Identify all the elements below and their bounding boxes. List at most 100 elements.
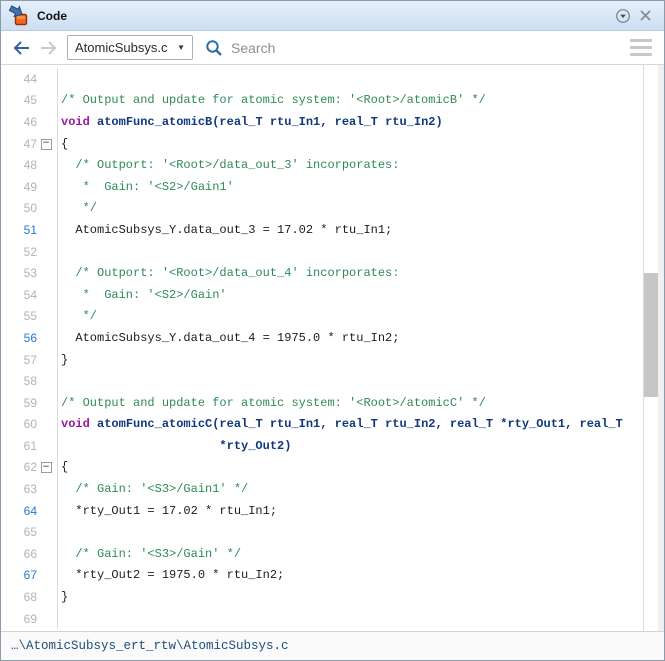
code-text: } [57, 348, 68, 371]
code-text: * Gain: '<S2>/Gain1' [57, 175, 234, 198]
line-number-link[interactable]: 51 [1, 223, 37, 237]
code-lines[interactable]: 44 45 /* Output and update for atomic syst… [1, 65, 643, 631]
code-line: 62−{ [1, 456, 643, 479]
line-number: 44 [23, 71, 37, 86]
code-line: 59 /* Output and update for atomic system… [1, 391, 643, 414]
code-line: 48 /* Outport: '<Root>/data_out_3' incor… [1, 154, 643, 176]
fold-collapse-icon[interactable]: − [37, 138, 57, 150]
line-number-link[interactable]: 56 [1, 331, 37, 345]
code-text: *rty_Out2) [57, 435, 291, 457]
code-line: 47−{ [1, 132, 643, 155]
status-bar: …\AtomicSubsys_ert_rtw\AtomicSubsys.c [1, 631, 664, 660]
code-text: /* Gain: '<S3>/Gain' */ [57, 543, 241, 565]
code-area: 44 45 /* Output and update for atomic syst… [1, 65, 664, 631]
code-text [57, 607, 61, 630]
code-line: 52 [1, 240, 643, 263]
code-text: void atomFunc_atomicC(real_T rtu_In1, re… [57, 413, 623, 436]
line-number: 45 [23, 93, 37, 108]
code-line: 46 void atomFunc_atomicB(real_T rtu_In1, … [1, 111, 643, 133]
code-window: Code AtomicSubsys.c ▼ Search 44 45 /* Ou… [0, 0, 665, 661]
code-line: 54 * Gain: '<S2>/Gain' [1, 283, 643, 306]
line-number: 48 [23, 158, 37, 173]
title-bar: Code [1, 1, 664, 31]
window-edge-strip [658, 65, 664, 631]
code-line: 69 [1, 607, 643, 630]
code-line: 68} [1, 586, 643, 608]
code-line: 53 /* Outport: '<Root>/data_out_4' incor… [1, 262, 643, 284]
code-text: AtomicSubsys_Y.data_out_4 = 1975.0 * rtu… [57, 327, 399, 349]
line-number: 62 [23, 460, 37, 475]
line-number: 66 [23, 546, 37, 561]
file-selector-value: AtomicSubsys.c [75, 40, 168, 55]
code-line: 58 [1, 370, 643, 392]
code-line: 64 *rty_Out1 = 17.02 * rtu_In1; [1, 499, 643, 522]
code-line: 55 */ [1, 305, 643, 328]
code-line: 57} [1, 348, 643, 371]
code-app-icon [9, 5, 31, 26]
line-number: 47 [23, 136, 37, 151]
code-text: AtomicSubsys_Y.data_out_3 = 17.02 * rtu_… [57, 219, 392, 241]
line-number: 59 [23, 395, 37, 410]
code-text: /* Output and update for atomic system: … [57, 89, 486, 112]
close-icon[interactable] [634, 6, 656, 26]
code-text: * Gain: '<S2>/Gain' [57, 283, 227, 306]
code-text: /* Output and update for atomic system: … [57, 391, 486, 414]
line-number-link[interactable]: 64 [1, 504, 37, 518]
code-line: 56 AtomicSubsys_Y.data_out_4 = 1975.0 * … [1, 327, 643, 349]
code-line: 60 void atomFunc_atomicC(real_T rtu_In1, … [1, 413, 643, 436]
code-text [57, 370, 61, 392]
line-number: 68 [23, 590, 37, 605]
code-line: 49 * Gain: '<S2>/Gain1' [1, 175, 643, 198]
menu-icon[interactable] [630, 39, 654, 56]
line-number: 69 [23, 611, 37, 626]
forward-button[interactable] [35, 36, 61, 60]
code-text [57, 521, 61, 544]
window-title: Code [37, 8, 67, 23]
fold-collapse-icon[interactable]: − [37, 462, 57, 474]
code-text: } [57, 586, 68, 608]
line-number: 60 [23, 417, 37, 432]
line-number: 58 [23, 374, 37, 389]
line-number-link[interactable]: 67 [1, 568, 37, 582]
code-line: 67 *rty_Out2 = 1975.0 * rtu_In2; [1, 564, 643, 587]
line-number: 52 [23, 244, 37, 259]
code-line: 65 [1, 521, 643, 544]
code-line: 51 AtomicSubsys_Y.data_out_3 = 17.02 * r… [1, 219, 643, 241]
code-text: /* Outport: '<Root>/data_out_3' incorpor… [57, 154, 399, 176]
code-text: void atomFunc_atomicB(real_T rtu_In1, re… [57, 111, 443, 133]
code-text: /* Gain: '<S3>/Gain1' */ [57, 478, 248, 500]
code-line: 50 */ [1, 197, 643, 220]
code-line: 66 /* Gain: '<S3>/Gain' */ [1, 543, 643, 565]
line-number: 65 [23, 525, 37, 540]
back-button[interactable] [9, 36, 35, 60]
vertical-scrollbar[interactable] [643, 65, 658, 631]
line-number: 55 [23, 309, 37, 324]
code-line: 61 *rty_Out2) [1, 435, 643, 457]
search-icon [205, 39, 223, 57]
search-input[interactable] [231, 39, 561, 56]
line-number: 54 [23, 287, 37, 302]
line-number: 50 [23, 201, 37, 216]
code-text: *rty_Out2 = 1975.0 * rtu_In2; [57, 564, 284, 587]
line-number: 53 [23, 266, 37, 281]
code-text: */ [57, 305, 97, 328]
code-text: { [57, 132, 68, 155]
file-path-link[interactable]: …\AtomicSubsys_ert_rtw\AtomicSubsys.c [11, 639, 289, 653]
toolbar: AtomicSubsys.c ▼ [1, 31, 664, 65]
code-text [57, 240, 61, 263]
line-number: 46 [23, 114, 37, 129]
line-number: 49 [23, 179, 37, 194]
code-text: */ [57, 197, 97, 220]
line-number: 57 [23, 352, 37, 367]
code-text: { [57, 456, 68, 479]
code-text [57, 68, 61, 90]
code-line: 63 /* Gain: '<S3>/Gain1' */ [1, 478, 643, 500]
search-box [205, 39, 630, 57]
code-text: *rty_Out1 = 17.02 * rtu_In1; [57, 499, 277, 522]
dock-options-icon[interactable] [612, 6, 634, 26]
code-line: 45 /* Output and update for atomic system… [1, 89, 643, 112]
line-number: 61 [23, 438, 37, 453]
scrollbar-thumb[interactable] [644, 272, 658, 398]
file-selector-dropdown[interactable]: AtomicSubsys.c ▼ [67, 35, 193, 60]
line-number: 63 [23, 482, 37, 497]
